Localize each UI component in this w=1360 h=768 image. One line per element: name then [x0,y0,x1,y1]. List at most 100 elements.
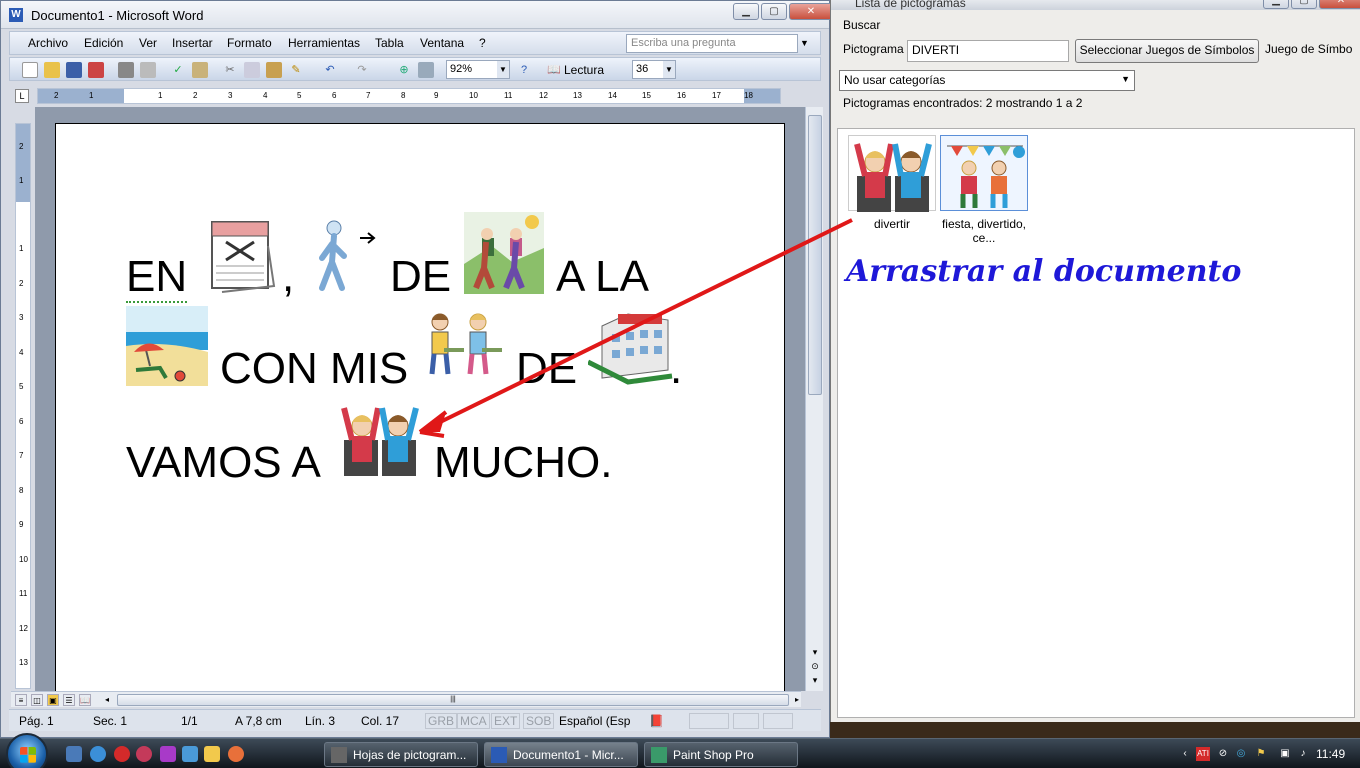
undo-icon[interactable]: ↶ [322,62,338,78]
ask-question-input[interactable]: Escriba una pregunta [626,34,798,53]
calendar-pictogram[interactable] [208,216,276,296]
tray-expand-icon[interactable]: ‹ [1178,747,1192,761]
save-icon[interactable] [66,62,82,78]
minimize-button[interactable]: ▁ [733,3,759,20]
doc-word-en[interactable]: EN [126,252,188,303]
horizontal-scroll-thumb[interactable]: ||| [117,694,789,706]
table-icon[interactable] [418,62,434,78]
menu-ventana[interactable]: Ventana [420,36,464,50]
permission-icon[interactable] [88,62,104,78]
internet-explorer-icon[interactable] [90,746,106,762]
new-document-icon[interactable] [22,62,38,78]
opera-icon[interactable] [114,746,130,762]
status-sob[interactable]: SOB [523,713,555,729]
copy-icon[interactable] [244,62,260,78]
pictogram-maximize-button[interactable]: ▢ [1291,0,1317,9]
media-icon[interactable] [160,746,176,762]
clock[interactable]: 11:49 [1316,747,1345,761]
normal-view-icon[interactable]: ≡ [15,694,27,706]
horizontal-scrollbar[interactable]: ≡ ◫ ▣ ☰ 📖 ◂ ||| ▸ [11,691,801,707]
vertical-scrollbar[interactable]: ▾ ⊙ ▾ [805,107,823,691]
search-menu[interactable]: Buscar [843,18,880,32]
network-tray-icon[interactable]: ▣ [1278,747,1292,761]
status-mca[interactable]: MCA [457,713,490,729]
status-grb[interactable]: GRB [425,713,458,729]
pictogram-search-input[interactable]: DIVERTI [907,40,1069,62]
menu-insertar[interactable]: Insertar [172,36,213,50]
menu-archivo[interactable]: Archivo [28,36,68,50]
antivirus-tray-icon[interactable]: ⊘ [1216,747,1230,761]
video-player-icon[interactable] [182,746,198,762]
start-button[interactable] [6,733,48,768]
outline-view-icon[interactable]: ☰ [63,694,75,706]
zoom-dropdown-icon[interactable]: ▼ [497,61,509,78]
doc-line-1[interactable]: EN [126,252,188,303]
spelling-status-icon[interactable]: 📕 [649,714,664,728]
walk-pictogram[interactable] [308,216,386,296]
doc-period[interactable]: . [670,344,682,394]
menu-formato[interactable]: Formato [227,36,272,50]
category-select[interactable]: No usar categorías ▼ [839,70,1135,91]
ask-dropdown-icon[interactable]: ▼ [800,38,809,48]
word-title-bar[interactable]: W Documento1 - Microsoft Word ▁ ▢ ✕ [1,1,833,29]
menu-ver[interactable]: Ver [139,36,157,50]
horizontal-ruler[interactable]: 2 1 1 2 3 4 5 6 7 8 9 10 11 12 13 14 15 … [37,88,781,104]
category-dropdown-icon[interactable]: ▼ [1121,74,1130,84]
scroll-right-icon[interactable]: ▸ [791,694,803,706]
spelling-icon[interactable]: ✓ [170,62,186,78]
result-thumb-divertir[interactable] [848,135,936,212]
hiking-pictogram[interactable] [464,212,544,294]
ati-tray-icon[interactable]: ATI [1196,747,1210,761]
redo-icon[interactable]: ↷ [354,62,370,78]
scroll-left-icon[interactable]: ◂ [101,694,113,706]
menu-tabla[interactable]: Tabla [375,36,404,50]
status-language[interactable]: Español (Esp [559,714,630,728]
doc-comma[interactable]: , [282,252,294,302]
task-paint-shop-pro[interactable]: Paint Shop Pro [644,742,798,767]
print-icon[interactable] [118,62,134,78]
open-folder-icon[interactable] [44,62,60,78]
sync-tray-icon[interactable]: ◎ [1234,747,1248,761]
research-icon[interactable] [192,62,208,78]
tab-selector[interactable]: L [15,89,29,103]
vertical-scroll-thumb[interactable] [808,115,822,395]
doc-word-vamos-a[interactable]: VAMOS A [126,438,321,488]
firefox-icon[interactable] [228,746,244,762]
hyperlink-icon[interactable]: ⊕ [396,62,412,78]
doc-word-de[interactable]: DE [390,252,451,302]
format-painter-icon[interactable]: ✎ [288,62,304,78]
zoom-select[interactable]: 92% ▼ [446,60,510,79]
show-desktop-icon[interactable] [66,746,82,762]
font-size-dropdown-icon[interactable]: ▼ [663,61,675,78]
folder-icon[interactable] [204,746,220,762]
doc-word-mucho[interactable]: MUCHO. [434,438,612,488]
app-launcher-icon[interactable] [136,746,152,762]
font-size-select[interactable]: 36 ▼ [632,60,676,79]
web-view-icon[interactable]: ◫ [31,694,43,706]
menu-herramientas[interactable]: Herramientas [288,36,360,50]
menu-edicion[interactable]: Edición [84,36,123,50]
status-ext[interactable]: EXT [491,713,521,729]
print-preview-icon[interactable] [140,62,156,78]
maximize-button[interactable]: ▢ [761,3,787,20]
cut-icon[interactable]: ✂ [222,62,238,78]
doc-word-a-la[interactable]: A LA [556,252,649,302]
print-view-icon[interactable]: ▣ [47,694,59,706]
result-thumb-fiesta[interactable] [940,135,1028,211]
pictogram-minimize-button[interactable]: ▁ [1263,0,1289,9]
word-app-icon[interactable]: W [9,8,23,22]
reading-mode-icon[interactable]: 📖 [546,62,562,78]
task-hojas-pictogramas[interactable]: Hojas de pictogram... [324,742,478,767]
school-pictogram[interactable] [586,308,674,388]
security-tray-icon[interactable]: ⚑ [1254,747,1268,761]
help-icon[interactable]: ? [516,62,532,78]
task-documento1-word[interactable]: Documento1 - Micr... [484,742,638,767]
volume-tray-icon[interactable]: ♪ [1296,747,1310,761]
pictogram-close-button[interactable]: ✕ [1319,0,1360,9]
document-page[interactable]: EN , DE A LA CON MIS DE . VAMOS A MUCHO. [55,123,785,691]
reading-mode-button[interactable]: Lectura [564,63,604,77]
browse-object-buttons[interactable]: ▾ ⊙ ▾ [809,645,821,687]
close-button[interactable]: ✕ [789,3,833,20]
beach-pictogram[interactable] [126,306,208,386]
vertical-ruler[interactable]: 2 1 1 2 3 4 5 6 7 8 9 10 11 12 13 [15,123,31,689]
